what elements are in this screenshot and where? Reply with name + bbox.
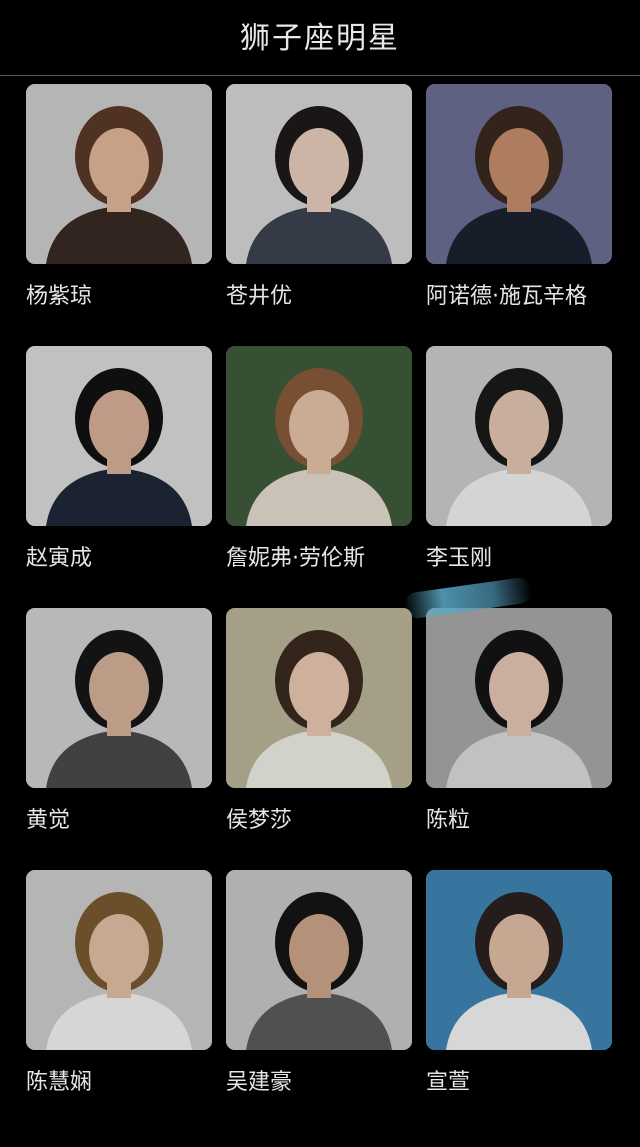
portrait-graphic [426,870,612,1050]
celebrity-name: 詹妮弗·劳伦斯 [226,546,365,571]
celebrity-name: 杨紫琼 [26,284,93,309]
celebrity-photo [226,870,412,1050]
celebrity-name: 陈粒 [426,808,471,833]
celebrity-photo [426,608,612,788]
portrait-dim-overlay [26,870,212,1050]
celebrity-name: 阿诺德·施瓦辛格 [426,284,587,309]
portrait-dim-overlay [26,346,212,526]
celebrity-photo [426,84,612,264]
portrait-graphic [26,608,212,788]
portrait-dim-overlay [226,870,412,1050]
page-title: 狮子座明星 [240,20,400,56]
portrait-dim-overlay [26,608,212,788]
header-bar: 狮子座明星 [0,0,640,76]
celebrity-card[interactable]: 侯梦莎 [226,608,412,870]
portrait-dim-overlay [426,870,612,1050]
celebrity-card[interactable]: 陈粒 [426,608,612,870]
portrait-dim-overlay [226,84,412,264]
celebrity-card[interactable]: 杨紫琼 [26,84,212,346]
celebrity-card[interactable]: 苍井优 [226,84,412,346]
celebrity-name: 赵寅成 [26,546,93,571]
celebrity-name: 黄觉 [26,808,71,833]
portrait-graphic [26,870,212,1050]
portrait-graphic [226,870,412,1050]
celebrity-photo [26,346,212,526]
portrait-graphic [226,608,412,788]
celebrity-photo [226,84,412,264]
celebrity-name: 苍井优 [226,284,293,309]
celebrity-name: 李玉刚 [426,546,493,571]
portrait-dim-overlay [426,84,612,264]
celebrity-name: 陈慧娴 [26,1070,93,1095]
portrait-dim-overlay [426,346,612,526]
celebrity-card[interactable]: 李玉刚 [426,346,612,608]
celebrity-card[interactable]: 阿诺德·施瓦辛格 [426,84,612,346]
celebrity-card[interactable]: 詹妮弗·劳伦斯 [226,346,412,608]
portrait-graphic [226,346,412,526]
celebrity-photo [426,346,612,526]
celebrity-card[interactable]: 黄觉 [26,608,212,870]
celebrity-name: 吴建豪 [226,1070,293,1095]
portrait-graphic [26,346,212,526]
portrait-graphic [26,84,212,264]
portrait-graphic [226,84,412,264]
celebrity-name: 宣萱 [426,1070,471,1095]
celebrity-photo [26,608,212,788]
celebrity-grid: 杨紫琼 苍井优 阿诺德·施瓦辛格 赵寅成 詹妮弗·劳伦斯 李玉刚 黄觉 侯梦莎 … [26,84,626,1132]
portrait-dim-overlay [226,346,412,526]
celebrity-photo [226,608,412,788]
celebrity-name: 侯梦莎 [226,808,293,833]
celebrity-card[interactable]: 吴建豪 [226,870,412,1132]
portrait-graphic [426,608,612,788]
portrait-graphic [426,346,612,526]
celebrity-photo [26,870,212,1050]
portrait-dim-overlay [26,84,212,264]
celebrity-photo [226,346,412,526]
portrait-graphic [426,84,612,264]
celebrity-photo [26,84,212,264]
portrait-dim-overlay [426,608,612,788]
celebrity-card[interactable]: 陈慧娴 [26,870,212,1132]
portrait-dim-overlay [226,608,412,788]
celebrity-photo [426,870,612,1050]
celebrity-card[interactable]: 宣萱 [426,870,612,1132]
celebrity-card[interactable]: 赵寅成 [26,346,212,608]
